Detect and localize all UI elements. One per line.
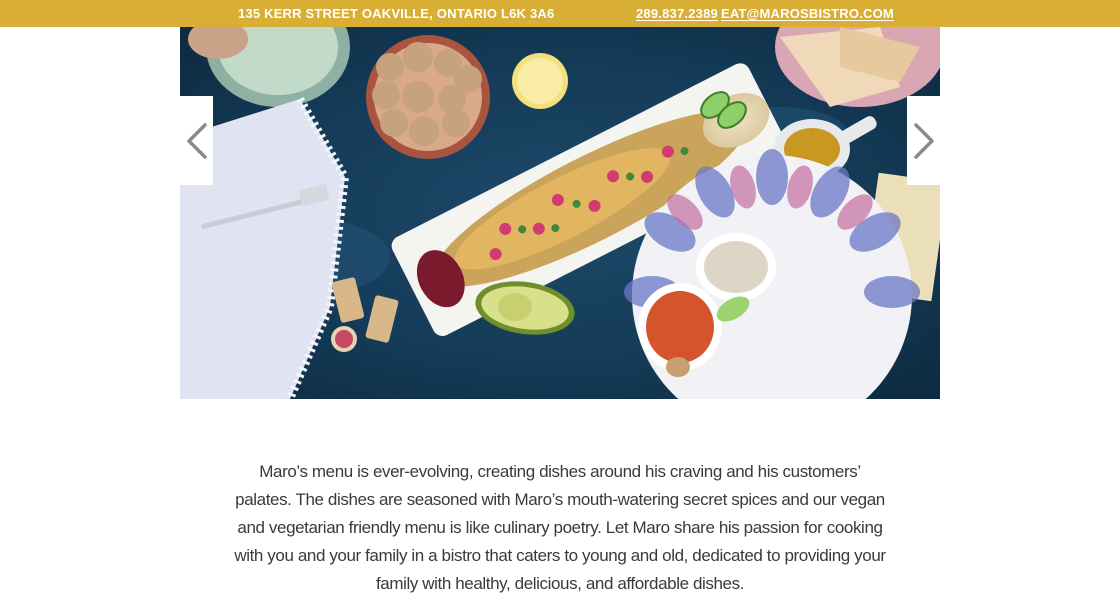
email-link[interactable]: EAT@MAROSBISTRO.COM (721, 6, 894, 21)
chevron-right-icon (913, 122, 934, 159)
previous-slide-button[interactable] (180, 96, 213, 185)
food-photo (180, 27, 940, 399)
hero-slider (180, 27, 940, 399)
address-text: 135 KERR STREET OAKVILLE, ONTARIO L6K 3A… (238, 6, 555, 21)
menu-description: Maro’s menu is ever-evolving, creating d… (234, 462, 886, 593)
top-info-bar: 135 KERR STREET OAKVILLE, ONTARIO L6K 3A… (0, 0, 1120, 27)
chevron-left-icon (186, 122, 207, 159)
phone-link[interactable]: 289.837.2389 (636, 6, 718, 21)
next-slide-button[interactable] (907, 96, 940, 185)
